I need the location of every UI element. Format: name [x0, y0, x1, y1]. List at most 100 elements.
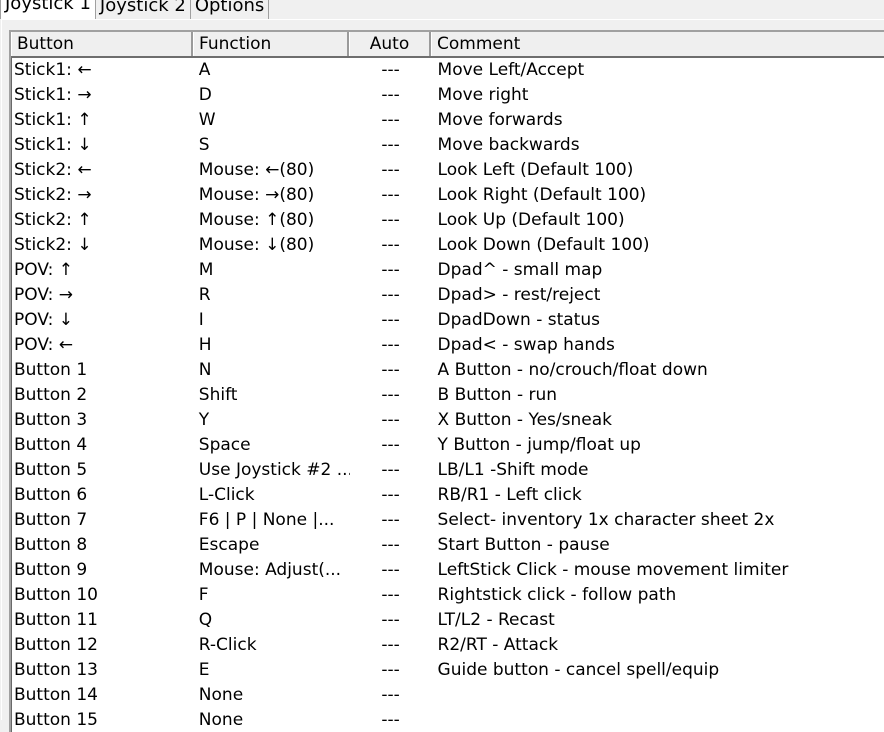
table-row[interactable]: Button 10 F --- Rightstick click - follow p… [11, 583, 884, 608]
table-row[interactable]: Button 4 Space --- Y Button - jump/float up [11, 433, 884, 458]
table-row[interactable]: Stick2: ↓ Mouse: ↓(80) --- Look Down (Defau… [11, 233, 884, 258]
comment-cell: Look Right (Default 100) [437, 185, 647, 205]
table-row[interactable]: Button 7 F6 | P | None |... --- Select- inv… [11, 508, 884, 533]
auto-cell: --- [381, 135, 400, 155]
button-cell: Button 15 [14, 710, 98, 730]
table-row[interactable]: Button 14 None --- [11, 683, 884, 708]
button-cell: Button 10 [14, 585, 98, 605]
tab-joystick-1[interactable]: Joystick 1 [0, 0, 96, 19]
button-cell: Button 4 [14, 435, 88, 455]
button-cell: Button 5 [14, 460, 88, 480]
list-header: Button Function Auto Comment [11, 32, 884, 58]
function-cell: Mouse: ↑(80) [198, 210, 315, 230]
auto-cell: --- [381, 460, 400, 480]
auto-cell: --- [381, 435, 400, 455]
column-header-auto[interactable]: Auto [349, 32, 431, 56]
button-cell: Button 13 [14, 660, 98, 680]
button-cell: Button 2 [14, 385, 88, 405]
comment-cell: LeftStick Click - mouse movement limiter [437, 560, 789, 580]
button-cell: Button 6 [14, 485, 88, 505]
comment-cell: Look Up (Default 100) [437, 210, 625, 230]
table-row[interactable]: Button 1 N --- A Button - no/crouch/float d… [11, 358, 884, 383]
table-row[interactable]: Stick2: → Mouse: →(80) --- Look Right (Defa… [11, 183, 884, 208]
table-row[interactable]: Button 12 R-Click --- R2/RT - Attack [11, 633, 884, 658]
comment-cell: Y Button - jump/float up [437, 435, 641, 455]
function-cell: None [198, 685, 244, 705]
table-row[interactable]: Button 2 Shift --- B Button - run [11, 383, 884, 408]
auto-cell: --- [381, 335, 400, 355]
button-cell: Stick1: ← [14, 60, 92, 80]
button-cell: Button 8 [14, 535, 88, 555]
function-cell: H [198, 335, 212, 355]
auto-cell: --- [381, 160, 400, 180]
function-cell: Mouse: ↓(80) [198, 235, 315, 255]
button-cell: Stick1: ↑ [14, 110, 92, 130]
function-cell: Escape [198, 535, 260, 555]
comment-cell: LB/L1 -Shift mode [437, 460, 589, 480]
comment-cell: Move backwards [437, 135, 580, 155]
auto-cell: --- [381, 60, 400, 80]
auto-cell: --- [381, 85, 400, 105]
tab-bar: Joystick 1 Joystick 2 Options [0, 0, 270, 19]
function-cell: Use Joystick #2 ... [198, 460, 350, 480]
comment-cell: Rightstick click - follow path [437, 585, 677, 605]
auto-cell: --- [381, 585, 400, 605]
comment-cell: Dpad^ - small map [437, 260, 603, 280]
table-row[interactable]: Stick2: ↑ Mouse: ↑(80) --- Look Up (Default… [11, 208, 884, 233]
column-header-button[interactable]: Button [11, 32, 193, 56]
button-cell: Button 14 [14, 685, 98, 705]
function-cell: A [198, 60, 211, 80]
auto-cell: --- [381, 410, 400, 430]
table-row[interactable]: Button 15 None --- [11, 708, 884, 732]
button-cell: Button 7 [14, 510, 88, 530]
auto-cell: --- [381, 560, 400, 580]
table-row[interactable]: Button 8 Escape --- Start Button - pause [11, 533, 884, 558]
table-row[interactable]: POV: ↑ M --- Dpad^ - small map [11, 258, 884, 283]
table-row[interactable]: Button 3 Y --- X Button - Yes/sneak [11, 408, 884, 433]
column-header-comment[interactable]: Comment [431, 32, 884, 56]
table-row[interactable]: Button 6 L-Click --- RB/R1 - Left click [11, 483, 884, 508]
column-header-function[interactable]: Function [193, 32, 349, 56]
comment-cell: Guide button - cancel spell/equip [437, 660, 720, 680]
table-row[interactable]: POV: → R --- Dpad> - rest/reject [11, 283, 884, 308]
comment-cell: Move Left/Accept [437, 60, 585, 80]
comment-cell: Move right [437, 85, 529, 105]
function-cell: F6 | P | None |... [198, 510, 335, 530]
table-row[interactable]: Button 11 Q --- LT/L2 - Recast [11, 608, 884, 633]
table-row[interactable]: Stick2: ← Mouse: ←(80) --- Look Left (Defau… [11, 158, 884, 183]
table-row[interactable]: Stick1: ← A --- Move Left/Accept [11, 58, 884, 83]
button-cell: Button 9 [14, 560, 88, 580]
function-cell: Mouse: Adjust(... [198, 560, 342, 580]
function-cell: R [198, 285, 211, 305]
table-row[interactable]: Stick1: ↑ W --- Move forwards [11, 108, 884, 133]
button-cell: Button 3 [14, 410, 88, 430]
button-cell: Stick2: ↑ [14, 210, 92, 230]
auto-cell: --- [381, 360, 400, 380]
table-row[interactable]: Stick1: ↓ S --- Move backwards [11, 133, 884, 158]
function-cell: S [198, 135, 210, 155]
function-cell: Mouse: ←(80) [198, 160, 315, 180]
button-cell: Stick2: ← [14, 160, 92, 180]
comment-cell: Select- inventory 1x character sheet 2x [437, 510, 775, 530]
button-cell: POV: ← [14, 335, 73, 355]
tab-options[interactable]: Options [189, 0, 270, 19]
comment-cell [432, 683, 884, 708]
button-cell: Stick1: → [14, 85, 92, 105]
table-row[interactable]: POV: ← H --- Dpad< - swap hands [11, 333, 884, 358]
auto-cell: --- [381, 260, 400, 280]
list-rows: Stick1: ← A --- Move Left/Accept Stick1: → D -… [11, 58, 884, 732]
auto-cell: --- [381, 285, 400, 305]
button-cell: Button 1 [14, 360, 88, 380]
table-row[interactable]: Button 13 E --- Guide button - cancel spell… [11, 658, 884, 683]
table-row[interactable]: Stick1: → D --- Move right [11, 83, 884, 108]
comment-cell: LT/L2 - Recast [437, 610, 555, 630]
table-row[interactable]: Button 9 Mouse: Adjust(... --- LeftStick Cl… [11, 558, 884, 583]
auto-cell: --- [381, 385, 400, 405]
table-row[interactable]: POV: ↓ I --- DpadDown - status [11, 308, 884, 333]
button-cell: POV: → [14, 285, 73, 305]
tab-joystick-2[interactable]: Joystick 2 [94, 0, 191, 19]
table-row[interactable]: Button 5 Use Joystick #2 ... --- LB/L1 -Shi… [11, 458, 884, 483]
comment-cell: RB/R1 - Left click [437, 485, 582, 505]
button-mapping-list[interactable]: Button Function Auto Comment Stick1: ← A -… [9, 30, 884, 732]
comment-cell: B Button - run [437, 385, 558, 405]
